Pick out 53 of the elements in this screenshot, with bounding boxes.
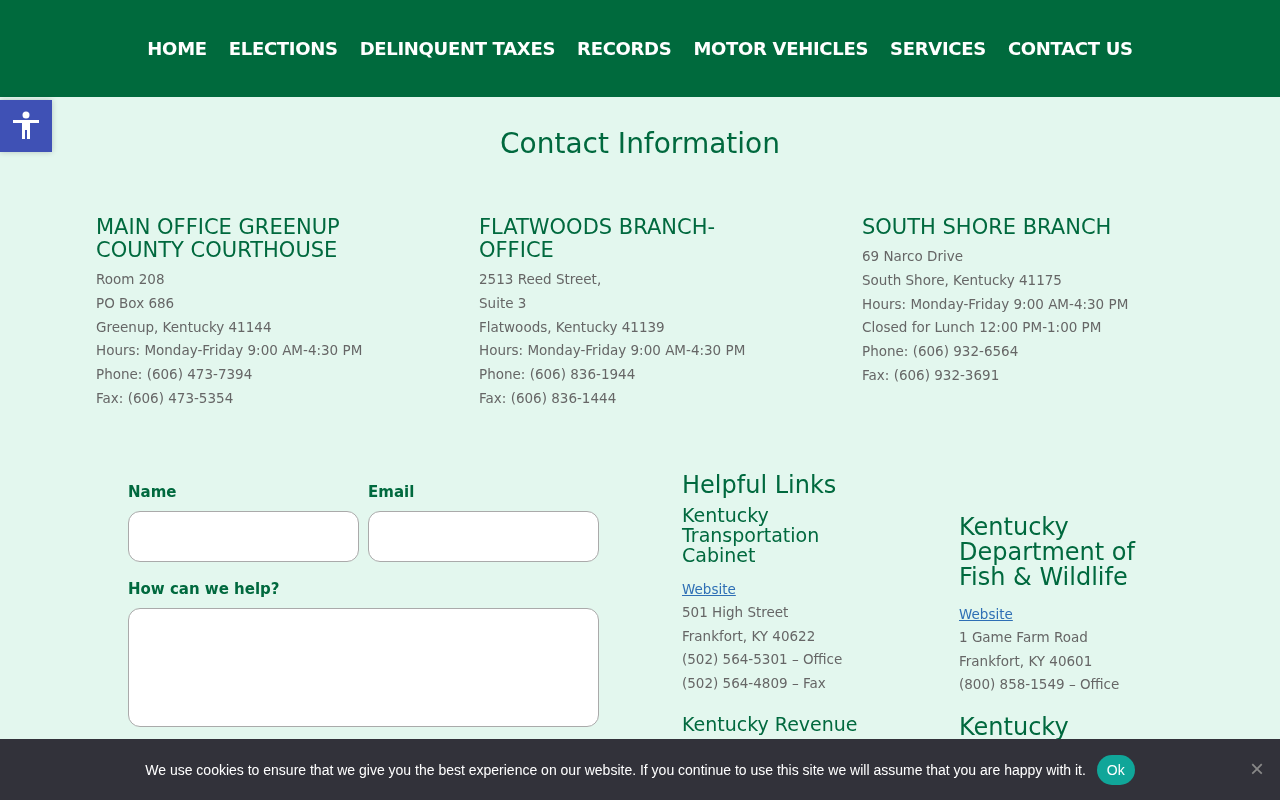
office-detail: Fax: (606) 836-1444 [479,389,618,408]
office-detail: Phone: (606) 932-6564 [862,342,1020,362]
org-detail: (502) 564-4809 – Fax [682,674,827,694]
office-detail: 69 Narco Drive [862,247,965,266]
nav-link[interactable]: RECORDS [577,38,672,59]
nav-link[interactable]: SERVICES [890,38,986,59]
office-detail: Phone: (606) 836-1944 [479,365,637,385]
nav-link[interactable]: CONTACT US [1007,38,1133,59]
office-detail: Greenup, Kentucky 41144 [96,317,273,337]
org-detail: Frankfort, KY 40601 [959,651,1094,671]
office-detail: PO Box 686 [96,293,176,313]
org-detail: 501 High Street [682,602,790,622]
close-button[interactable]: × [1250,757,1264,781]
person-icon [10,110,42,142]
nav-link[interactable]: ELECTIONS [228,38,338,59]
email-field[interactable] [368,510,599,562]
org-heading: Kentucky [959,715,1070,741]
nav-link[interactable]: MOTOR VEHICLES [693,38,869,59]
org-heading: Kentucky Transportation Cabinet [682,504,821,565]
office-detail: Hours: Monday-Friday 9:00 AM-4:30 PM [96,341,364,361]
office-detail: Fax: (606) 473-5354 [96,389,235,408]
nav-link[interactable]: HOME [147,38,207,59]
office-detail: Phone: (606) 473-7394 [96,365,254,385]
office-detail: Suite 3 [479,293,528,313]
org-detail: (502) 564-5301 – Office [682,650,844,670]
office-heading: SOUTH SHORE BRANCH [862,216,1113,239]
message-field[interactable] [128,607,599,727]
office-detail: South Shore, Kentucky 41175 [862,270,1063,290]
org-detail: 1 Game Farm Road [959,627,1089,647]
field-label: Email [368,482,416,501]
office-detail: Flatwoods, Kentucky 41139 [479,317,666,337]
section-heading: Helpful Links [682,470,838,499]
office-detail: Closed for Lunch 12:00 PM-1:00 PM [862,318,1103,338]
field-label: Name [128,482,178,501]
office-detail: Hours: Monday-Friday 9:00 AM-4:30 PM [479,341,747,361]
nav-link[interactable]: DELINQUENT TAXES [359,38,556,59]
org-heading: Kentucky Department of Fish & Wildlife [959,514,1137,590]
page-title: Contact Information [499,127,781,160]
org-detail: Frankfort, KY 40622 [682,626,817,646]
name-field[interactable] [128,510,359,562]
office-heading: MAIN OFFICE GREENUP COUNTY COURTHOUSE [96,216,341,262]
org-detail: (800) 858-1549 – Office [959,675,1121,695]
website-link[interactable]: Website [682,576,736,601]
office-detail: Hours: Monday-Friday 9:00 AM-4:30 PM [862,294,1130,314]
office-detail: Fax: (606) 932-3691 [862,366,1001,385]
website-link[interactable]: Website [959,601,1013,626]
org-heading: Kentucky Revenue [682,713,859,734]
office-heading: FLATWOODS BRANCH-OFFICE [479,216,717,262]
office-detail: Room 208 [96,270,166,289]
field-label: How can we help? [128,579,281,598]
accessibility-button[interactable] [0,100,52,152]
cookie-message: We use cookies to ensure that we give you the best experience on our website. If you continue to use this site we will assume that you are happy with it. [145,761,1086,778]
office-detail: 2513 Reed Street, [479,270,603,289]
